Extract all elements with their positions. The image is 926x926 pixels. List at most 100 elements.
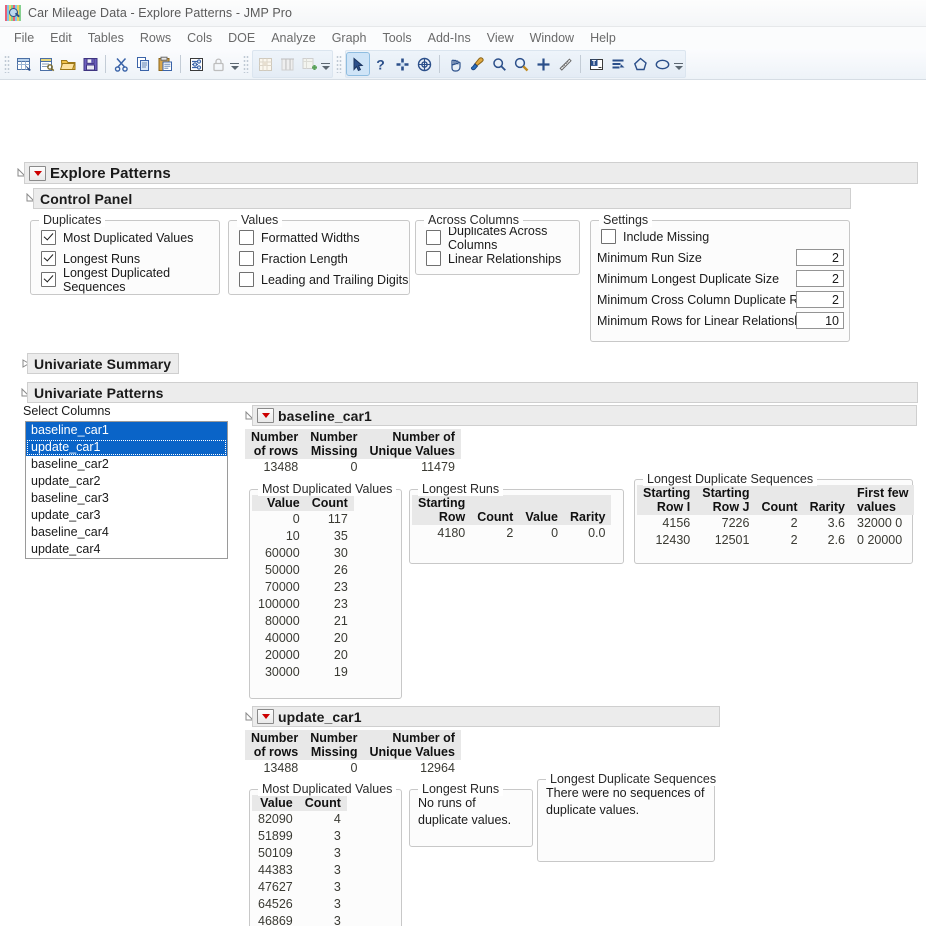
values-leading-and-trailing-digits-checkbox[interactable] <box>239 272 254 287</box>
most-duplicated-values-legend: Most Duplicated Values <box>258 482 396 496</box>
select-columns-item-baseline_car2[interactable]: baseline_car2 <box>26 456 227 473</box>
select-columns-item-baseline_car4[interactable]: baseline_car4 <box>26 524 227 541</box>
window-title-bar: Car Mileage Data - Explore Patterns - JM… <box>0 0 926 27</box>
most-duplicated-values-table: ValueCount011710356000030500002670000231… <box>250 490 401 681</box>
explore-patterns-red-triangle-menu[interactable] <box>29 166 46 181</box>
cut-scissors-icon[interactable] <box>110 53 132 75</box>
values-fraction-length-row[interactable]: Fraction Length <box>239 248 409 269</box>
select-columns-listbox[interactable]: baseline_car1update_car1baseline_car2upd… <box>25 421 228 559</box>
crosshair-icon[interactable] <box>391 53 413 75</box>
column-header: Count <box>755 485 803 515</box>
new-script-icon[interactable] <box>35 53 57 75</box>
setting-minimum-run-size-input[interactable]: 2 <box>796 249 844 266</box>
setting-minimum-cross-column-duplicate-run-size-input[interactable]: 2 <box>796 291 844 308</box>
window-title: Car Mileage Data - Explore Patterns - JM… <box>28 6 292 20</box>
open-folder-icon[interactable] <box>57 53 79 75</box>
toolbar-overflow-button[interactable] <box>320 54 331 74</box>
baseline-car1-red-triangle-menu[interactable] <box>257 408 274 423</box>
duplicates-group: Duplicates Most Duplicated ValuesLongest… <box>30 220 220 295</box>
magnifier-icon[interactable] <box>488 53 510 75</box>
menu-item-edit[interactable]: Edit <box>42 29 80 47</box>
univariate-summary-header[interactable]: Univariate Summary <box>27 353 179 374</box>
across-columns-linear-relationships-row[interactable]: Linear Relationships <box>426 248 579 269</box>
values-fraction-length-checkbox[interactable] <box>239 251 254 266</box>
paintbrush-icon[interactable] <box>466 53 488 75</box>
values-leading-and-trailing-digits-row[interactable]: Leading and Trailing Digits <box>239 269 409 290</box>
arrow-select-icon[interactable] <box>347 53 369 75</box>
duplicates-most-duplicated-values-row[interactable]: Most Duplicated Values <box>41 227 219 248</box>
ellipse-icon[interactable] <box>651 53 673 75</box>
update-car1-header[interactable]: update_car1 <box>252 706 720 727</box>
menu-item-cols[interactable]: Cols <box>179 29 220 47</box>
menu-item-help[interactable]: Help <box>582 29 624 47</box>
duplicates-longest-duplicated-sequences-label: Longest Duplicated Sequences <box>63 266 219 294</box>
column-header: Value <box>519 495 564 525</box>
crosshairs-plus-icon[interactable] <box>532 53 554 75</box>
menu-item-view[interactable]: View <box>479 29 522 47</box>
table-cell: 3 <box>299 828 347 845</box>
select-columns-item-baseline_car3[interactable]: baseline_car3 <box>26 490 227 507</box>
table-row: 2000020 <box>252 647 354 664</box>
save-icon[interactable] <box>79 53 101 75</box>
brush-circle-icon[interactable] <box>413 53 435 75</box>
new-data-table-icon[interactable] <box>13 53 35 75</box>
menu-item-doe[interactable]: DOE <box>220 29 263 47</box>
menu-item-tables[interactable]: Tables <box>80 29 132 47</box>
across-columns-duplicates-across-columns-row[interactable]: Duplicates Across Columns <box>426 227 579 248</box>
menu-item-add-ins[interactable]: Add-Ins <box>420 29 479 47</box>
control-panel-header[interactable]: Control Panel <box>33 188 851 209</box>
baseline-car1-header[interactable]: baseline_car1 <box>252 405 917 426</box>
help-question-icon[interactable]: ? <box>369 53 391 75</box>
menu-item-rows[interactable]: Rows <box>132 29 179 47</box>
table-cell: 3 <box>299 896 347 913</box>
table-cell: 12964 <box>363 760 460 777</box>
select-columns-item-update_car2[interactable]: update_car2 <box>26 473 227 490</box>
toolbar-grip[interactable] <box>243 55 249 73</box>
zoom-icon[interactable] <box>510 53 532 75</box>
setting-minimum-rows-for-linear-relationship-input[interactable]: 10 <box>796 312 844 329</box>
menu-item-tools[interactable]: Tools <box>374 29 419 47</box>
data-table: StartingRowCountValueRarity4180200.0 <box>412 495 611 542</box>
data-filter-icon[interactable] <box>185 53 207 75</box>
polygon-icon[interactable] <box>629 53 651 75</box>
ruler-icon[interactable] <box>554 53 576 75</box>
table-cell: 2 <box>755 515 803 532</box>
arrow-lines-icon[interactable] <box>607 53 629 75</box>
text-annotate-icon[interactable]: T <box>585 53 607 75</box>
across-columns-linear-relationships-checkbox[interactable] <box>426 251 441 266</box>
duplicates-longest-runs-checkbox[interactable] <box>41 251 56 266</box>
table-cell: 2 <box>471 525 519 542</box>
values-formatted-widths-row[interactable]: Formatted Widths <box>239 227 409 248</box>
select-columns-item-update_car4[interactable]: update_car4 <box>26 541 227 558</box>
menu-item-analyze[interactable]: Analyze <box>263 29 323 47</box>
across-columns-duplicates-across-columns-checkbox[interactable] <box>426 230 441 245</box>
toolbar-grip[interactable] <box>336 55 342 73</box>
univariate-patterns-header[interactable]: Univariate Patterns <box>27 382 918 403</box>
toolbar-overflow-button[interactable] <box>229 54 240 74</box>
hand-grabber-icon[interactable] <box>444 53 466 75</box>
paste-icon[interactable] <box>154 53 176 75</box>
select-columns-item-baseline_car1[interactable]: baseline_car1 <box>26 422 227 439</box>
table-cell: 0 <box>519 525 564 542</box>
include-missing-checkbox[interactable] <box>601 229 616 244</box>
duplicates-most-duplicated-values-checkbox[interactable] <box>41 230 56 245</box>
select-columns-item-update_car3[interactable]: update_car3 <box>26 507 227 524</box>
menu-item-window[interactable]: Window <box>522 29 582 47</box>
select-columns-item-update_car1[interactable]: update_car1 <box>26 439 227 456</box>
explore-patterns-header[interactable]: Explore Patterns <box>24 162 918 184</box>
duplicates-longest-duplicated-sequences-row[interactable]: Longest Duplicated Sequences <box>41 269 219 290</box>
update-car1-red-triangle-menu[interactable] <box>257 709 274 724</box>
duplicates-longest-duplicated-sequences-checkbox[interactable] <box>41 272 56 287</box>
toolbar-grip[interactable] <box>4 55 10 73</box>
toolbar-overflow-button[interactable] <box>673 54 684 74</box>
setting-minimum-rows-for-linear-relationship-label: Minimum Rows for Linear Relationship <box>597 314 811 328</box>
menu-item-file[interactable]: File <box>6 29 42 47</box>
data-table: ValueCount011710356000030500002670000231… <box>252 495 354 681</box>
setting-minimum-longest-duplicate-size-input[interactable]: 2 <box>796 270 844 287</box>
table-row: 476273 <box>252 879 347 896</box>
copy-icon[interactable] <box>132 53 154 75</box>
menu-item-graph[interactable]: Graph <box>324 29 375 47</box>
values-formatted-widths-checkbox[interactable] <box>239 230 254 245</box>
column-header: Value <box>252 795 299 811</box>
longest-runs-legend: Longest Runs <box>418 782 503 796</box>
